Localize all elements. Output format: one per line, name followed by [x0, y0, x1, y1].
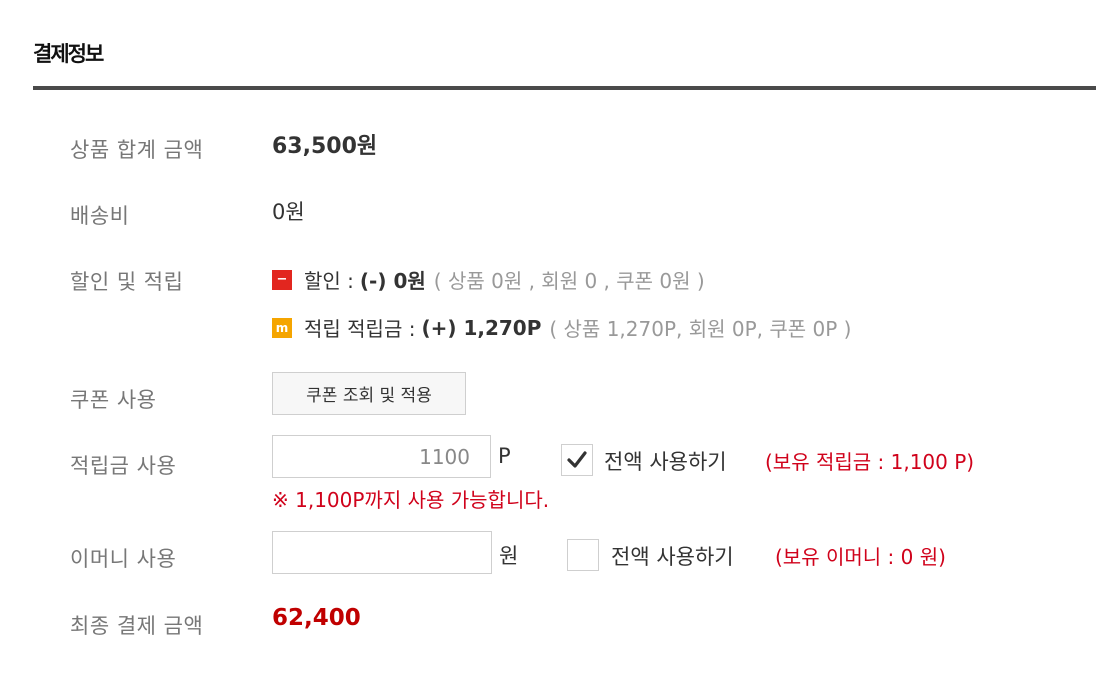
- discount-line: − 할인 : (-) 0원 ( 상품 0원 , 회원 0 , 쿠폰 0원 ): [272, 265, 705, 294]
- section-divider: [33, 86, 1096, 90]
- points-earned-value: (+) 1,270P: [421, 315, 542, 340]
- points-earned-detail: ( 상품 1,270P, 회원 0P, 쿠폰 0P ): [549, 317, 852, 341]
- final-amount-label: 최종 결제 금액: [70, 614, 204, 638]
- points-use-all-checkbox[interactable]: [561, 444, 593, 476]
- points-use-label: 적립금 사용: [70, 454, 177, 478]
- section-title: 결제정보: [33, 42, 104, 66]
- subtotal-label: 상품 합계 금액: [70, 138, 204, 162]
- shipping-label: 배송비: [70, 204, 130, 228]
- coupon-label: 쿠폰 사용: [70, 388, 157, 412]
- points-line-label: 적립 적립금 :: [304, 317, 416, 341]
- points-unit: P: [498, 444, 511, 468]
- emoney-use-label: 이머니 사용: [70, 547, 177, 571]
- emoney-holdings: (보유 이머니 : 0 원): [775, 545, 946, 569]
- points-notice: ※ 1,100P까지 사용 가능합니다.: [272, 488, 550, 512]
- emoney-unit: 원: [499, 544, 519, 568]
- points-use-all-label[interactable]: 전액 사용하기: [604, 446, 727, 476]
- points-amount-input[interactable]: [272, 435, 491, 478]
- subtotal-value: 63,500원: [272, 134, 378, 159]
- discount-detail: ( 상품 0원 , 회원 0 , 쿠폰 0원 ): [433, 269, 705, 293]
- points-holdings: (보유 적립금 : 1,100 P): [765, 450, 975, 474]
- mileage-badge-icon: m: [272, 317, 292, 338]
- emoney-use-all-label[interactable]: 전액 사용하기: [611, 541, 734, 571]
- discount-label: 할인 및 적립: [70, 270, 184, 294]
- coupon-apply-button[interactable]: 쿠폰 조회 및 적용: [272, 372, 466, 415]
- emoney-amount-input[interactable]: [272, 531, 492, 574]
- checkmark-icon: [567, 451, 587, 468]
- final-amount-value: 62,400: [272, 605, 361, 631]
- discount-line-label: 할인 :: [304, 269, 354, 293]
- shipping-value: 0원: [272, 200, 305, 224]
- discount-value: (-) 0원: [359, 269, 426, 293]
- emoney-use-all-checkbox[interactable]: [567, 539, 599, 571]
- points-line: m 적립 적립금 : (+) 1,270P ( 상품 1,270P, 회원 0P…: [272, 313, 851, 342]
- minus-badge-icon: −: [272, 269, 292, 290]
